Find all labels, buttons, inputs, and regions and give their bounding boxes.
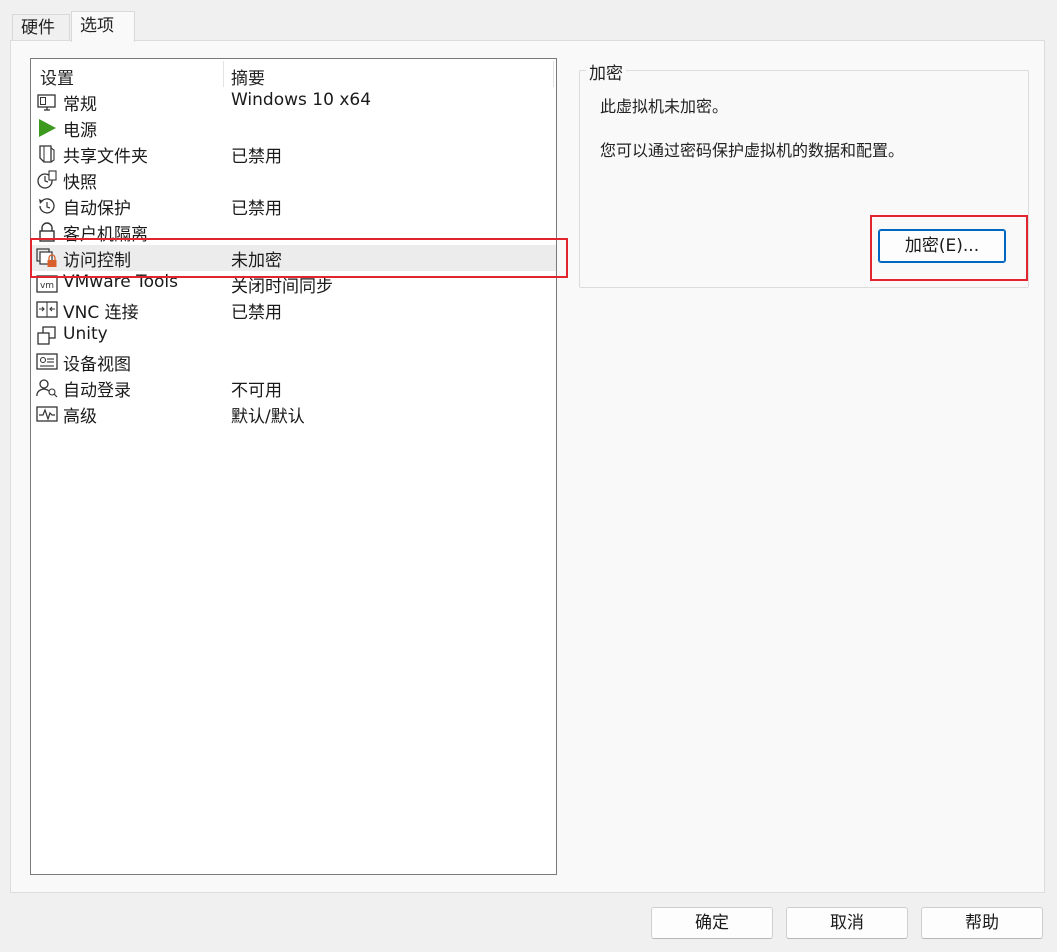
setting-summary: 已禁用 [231,147,282,167]
setting-name: 访问控制 [63,251,131,271]
vnc-icon [36,300,58,320]
svg-text:vm: vm [40,281,54,291]
setting-summary: 已禁用 [231,199,282,219]
column-divider[interactable] [223,61,224,87]
list-item-shared-folders[interactable]: 共享文件夹 已禁用 [31,141,556,167]
encryption-group: 加密 此虚拟机未加密。 您可以通过密码保护虚拟机的数据和配置。 加密(E)... [579,59,1029,288]
setting-summary: 未加密 [231,251,282,271]
user-login-icon [36,378,58,398]
list-item-autoprotect[interactable]: 自动保护 已禁用 [31,193,556,219]
encrypt-button[interactable]: 加密(E)... [878,229,1006,263]
snapshot-clock-icon [36,170,58,190]
encryption-status-text: 此虚拟机未加密。 [600,97,729,116]
list-item-power[interactable]: 电源 [31,115,556,141]
setting-name: 自动保护 [63,199,131,219]
list-item-access-control[interactable]: 访问控制 未加密 [31,245,556,271]
setting-summary: 默认/默认 [231,407,305,427]
list-item-vnc[interactable]: VNC 连接 已禁用 [31,297,556,323]
tab-options[interactable]: 选项 [71,11,135,42]
encryption-info-text: 您可以通过密码保护虚拟机的数据和配置。 [600,141,905,160]
column-divider[interactable] [553,61,554,87]
setting-name: 客户机隔离 [63,225,148,245]
setting-summary: 关闭时间同步 [231,277,333,297]
setting-name: VMware Tools [63,272,178,292]
power-play-icon [36,118,58,138]
setting-name: 快照 [63,173,97,193]
list-header: 设置 摘要 [31,59,556,89]
setting-summary: 已禁用 [231,303,282,323]
history-clock-icon [36,196,58,216]
list-item-device-view[interactable]: 设备视图 [31,349,556,375]
access-lock-icon [36,248,58,268]
setting-name: VNC 连接 [63,303,139,323]
tab-hardware[interactable]: 硬件 [12,14,70,41]
padlock-icon [36,222,58,242]
setting-name: 自动登录 [63,381,131,401]
options-panel: 设置 摘要 常规 Windows 10 x64 电源 共享文件夹 已禁用 快照 … [10,40,1045,893]
list-item-unity[interactable]: Unity [31,323,556,349]
list-item-vmware-tools[interactable]: vm VMware Tools 关闭时间同步 [31,271,556,297]
device-view-icon [36,352,58,372]
list-item-general[interactable]: 常规 Windows 10 x64 [31,89,556,115]
vm-icon: vm [36,274,58,294]
column-header-setting[interactable]: 设置 [40,64,74,89]
setting-name: 常规 [63,95,97,115]
setting-name: 电源 [63,121,97,141]
setting-name: 共享文件夹 [63,147,148,167]
monitor-icon [36,92,58,112]
shared-folder-icon [36,144,58,164]
help-button[interactable]: 帮助 [921,907,1043,939]
ok-button[interactable]: 确定 [651,907,773,939]
unity-windows-icon [36,326,58,346]
encryption-group-title: 加密 [586,59,626,84]
setting-name: Unity [63,324,108,344]
setting-name: 设备视图 [63,355,131,375]
column-header-summary[interactable]: 摘要 [231,64,265,89]
setting-name: 高级 [63,407,97,427]
settings-list[interactable]: 设置 摘要 常规 Windows 10 x64 电源 共享文件夹 已禁用 快照 … [30,58,557,875]
pulse-icon [36,404,58,424]
list-item-advanced[interactable]: 高级 默认/默认 [31,401,556,427]
setting-summary: 不可用 [231,381,282,401]
list-item-snapshots[interactable]: 快照 [31,167,556,193]
list-item-guest-isolation[interactable]: 客户机隔离 [31,219,556,245]
setting-summary: Windows 10 x64 [231,90,372,110]
list-item-autologin[interactable]: 自动登录 不可用 [31,375,556,401]
cancel-button[interactable]: 取消 [786,907,908,939]
